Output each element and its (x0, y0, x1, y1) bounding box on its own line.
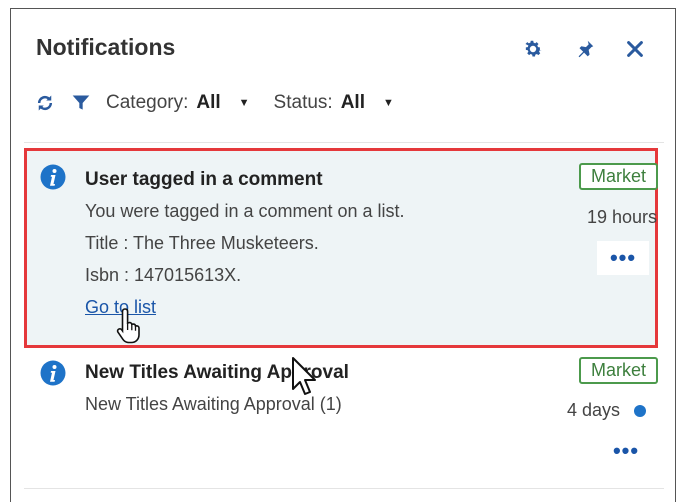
more-options-button[interactable]: ••• (600, 434, 652, 468)
notification-title: User tagged in a comment (85, 169, 323, 190)
close-icon[interactable] (622, 36, 648, 62)
hand-cursor-icon (116, 308, 140, 344)
more-options-button[interactable]: ••• (597, 241, 649, 275)
divider (24, 142, 664, 143)
filter-icon[interactable] (70, 92, 92, 114)
refresh-icon[interactable] (34, 92, 56, 114)
unread-dot (634, 405, 646, 417)
panel-title: Notifications (36, 34, 176, 60)
market-badge: Market (578, 163, 658, 190)
status-value[interactable]: All (341, 92, 365, 114)
divider (24, 488, 664, 489)
category-label: Category: (106, 92, 189, 113)
status-label: Status: (273, 92, 333, 113)
category-dropdown-icon[interactable]: ▼ (239, 97, 250, 109)
notification-text: You were tagged in a comment on a list. (85, 201, 405, 221)
category-value[interactable]: All (196, 92, 220, 114)
status-dropdown-icon[interactable]: ▼ (383, 97, 394, 109)
notification-time: 19 hours (586, 207, 657, 227)
info-icon (40, 360, 66, 386)
pin-icon[interactable] (572, 36, 598, 62)
market-badge: Market (578, 357, 658, 384)
notification-card[interactable]: New Titles Awaiting Approval New Titles … (24, 352, 658, 468)
filter-bar: Category: All ▼ Status: All ▼ (34, 90, 418, 116)
info-icon (40, 164, 66, 190)
gear-icon[interactable] (520, 36, 546, 62)
notification-text: Title : The Three Musketeers. (85, 233, 319, 253)
notification-text: Isbn : 147015613X. (85, 265, 242, 285)
arrow-cursor-icon (292, 357, 316, 395)
notification-time: 4 days (566, 400, 620, 420)
